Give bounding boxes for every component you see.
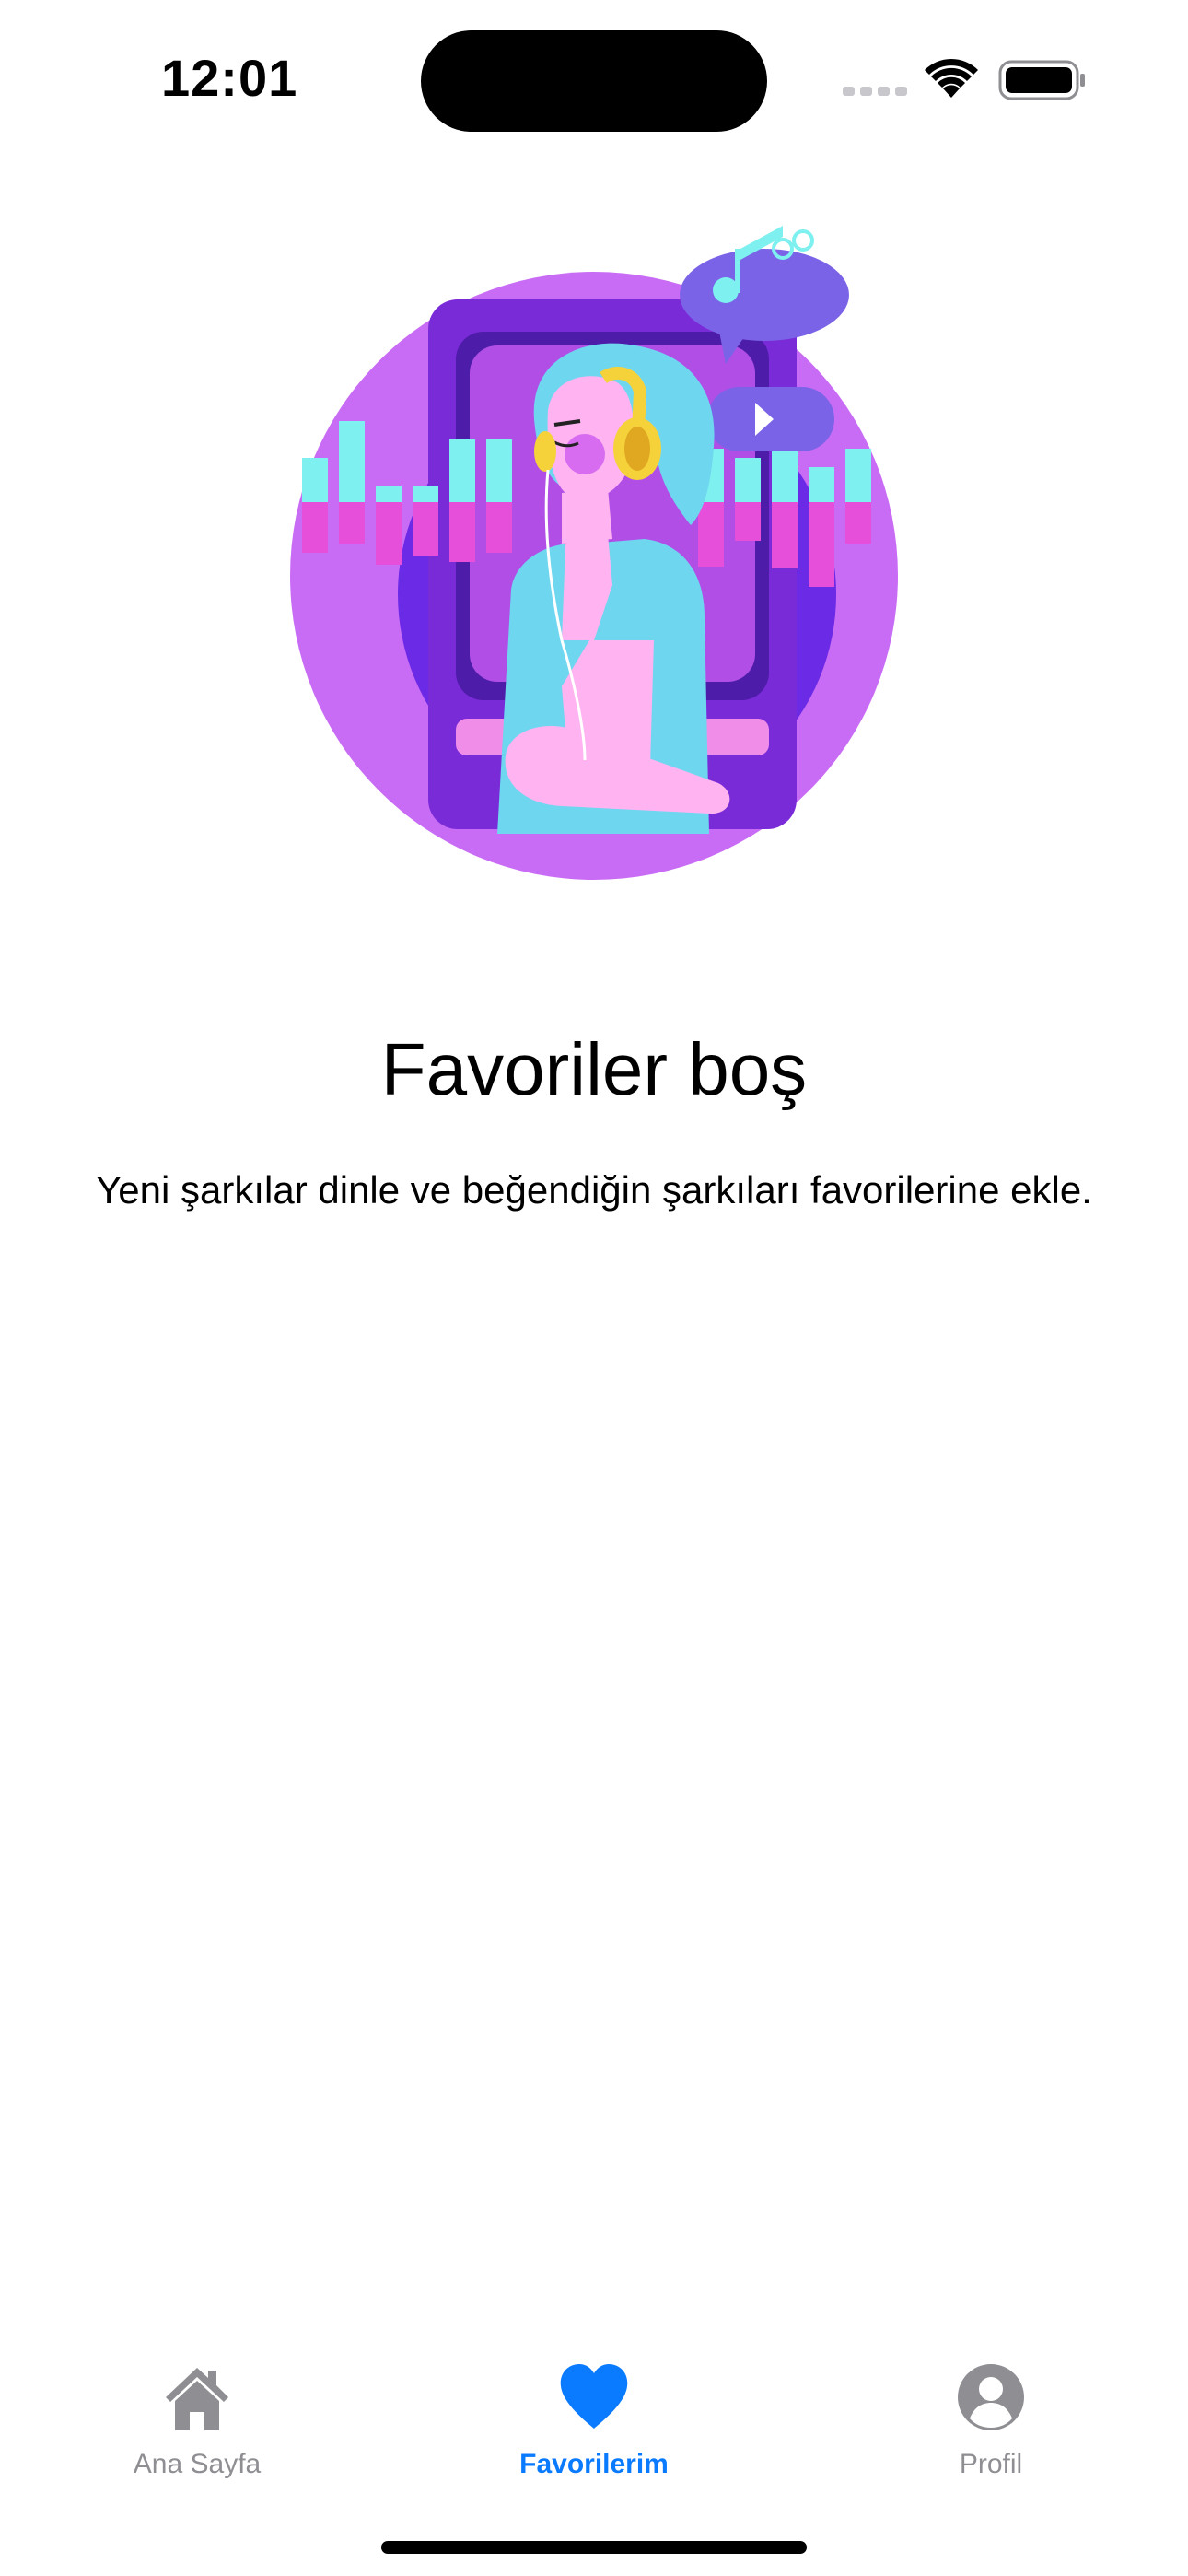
tab-favorites-label: Favorilerim <box>519 2449 669 2479</box>
tab-profile-label: Profil <box>959 2449 1023 2479</box>
empty-state-title: Favoriler boş <box>380 1028 808 1110</box>
tab-favorites[interactable]: Favorilerim <box>465 2340 723 2488</box>
wifi-icon <box>925 58 978 98</box>
home-indicator <box>381 2541 807 2554</box>
dynamic-island <box>421 30 767 132</box>
favorites-screen: 12:01 Favoriler boş Yeni şarkılar dinle … <box>0 0 1188 2576</box>
empty-state-subtitle: Yeni şarkılar dinle ve beğendiğin şarkıl… <box>96 1168 1092 1212</box>
cellular-signal-icon <box>843 87 907 96</box>
play-bubble-icon <box>707 387 834 451</box>
status-time: 12:01 <box>161 49 298 107</box>
person-circle-icon <box>958 2364 1024 2430</box>
tab-profile[interactable]: Profil <box>862 2340 1120 2488</box>
music-listener-illustration <box>290 226 898 880</box>
house-icon <box>166 2368 228 2430</box>
heart-icon <box>560 2364 628 2429</box>
tab-bar: Ana Sayfa Favorilerim Profil <box>0 2340 1188 2488</box>
tab-home[interactable]: Ana Sayfa <box>68 2340 326 2488</box>
battery-icon <box>998 60 1085 100</box>
tab-home-label: Ana Sayfa <box>133 2449 262 2479</box>
